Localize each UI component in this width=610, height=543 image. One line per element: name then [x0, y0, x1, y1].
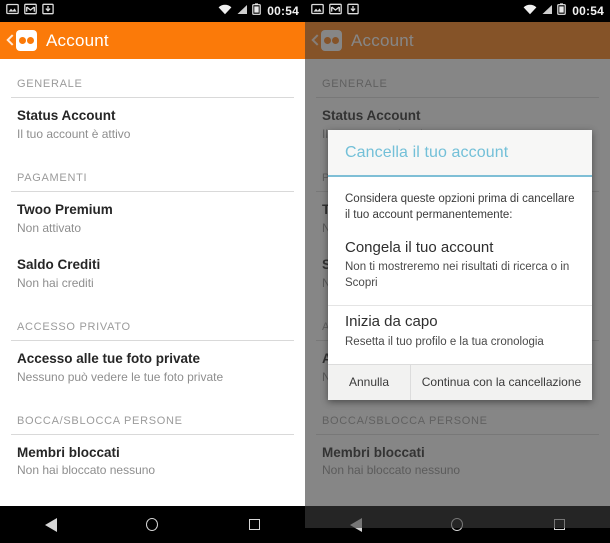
section-label-accesso-privato: ACCESSO PRIVATO	[17, 320, 131, 333]
confirm-delete-button[interactable]: Continua con la cancellazione	[411, 365, 592, 400]
page-title: Account	[46, 30, 109, 50]
dialog-header: Cancella il tuo account	[328, 130, 592, 177]
phone-screen-left: 00:54 Account GENERALE Status Account Il…	[0, 0, 305, 543]
image-icon	[6, 2, 19, 20]
download-icon	[347, 2, 359, 20]
dialog-action-bar: Annulla Continua con la cancellazione	[328, 364, 592, 401]
list-item-accesso-foto-private[interactable]: Accesso alle tue foto private Nessuno pu…	[0, 341, 305, 396]
status-bar-clock: 00:54	[267, 4, 299, 18]
list-item-subtitle: Non hai bloccato nessuno	[17, 463, 156, 478]
list-item-title: Membri bloccati	[17, 444, 120, 460]
recents-square-icon	[248, 519, 260, 530]
dialog-option-title: Congela il tuo account	[345, 238, 494, 256]
list-item-title: Accesso alle tue foto private	[17, 350, 201, 366]
twoo-logo-icon	[16, 30, 37, 51]
nav-home-button[interactable]	[129, 506, 175, 543]
list-item-status-account[interactable]: Status Account Il tuo account è attivo	[0, 98, 305, 153]
phone-screen-right: 00:54 Account GENERALE Status Account Il…	[305, 0, 610, 543]
status-bar-notifications	[6, 2, 54, 20]
nav-back-button[interactable]	[28, 506, 74, 543]
list-item-title: Status Account	[17, 108, 116, 123]
list-item-subtitle: Nessuno può vedere le tue foto private	[17, 369, 224, 384]
back-chevron-icon[interactable]	[5, 31, 15, 51]
settings-list: GENERALE Status Account Il tuo account è…	[0, 59, 305, 506]
list-item-subtitle: Non attivato	[17, 220, 82, 235]
dialog-option-title: Inizia da capo	[345, 313, 438, 331]
battery-icon	[557, 2, 567, 20]
app-bar: Account	[0, 22, 305, 59]
list-item-saldo-crediti[interactable]: Saldo Crediti Non hai crediti	[0, 247, 305, 302]
section-label-blocca-sblocca: BOCCA/SBLOCCA PERSONE	[17, 414, 183, 427]
download-icon	[42, 2, 54, 20]
list-item-subtitle: Non hai crediti	[17, 275, 94, 290]
dialog-option-congela[interactable]: Congela il tuo account Non ti mostreremo…	[328, 238, 592, 306]
section-label-pagamenti: PAGAMENTI	[17, 171, 88, 184]
dialog-option-subtitle: Non ti mostreremo nei risultati di ricer…	[345, 261, 570, 289]
list-item-title: Twoo Premium	[17, 201, 113, 217]
gmail-icon	[24, 2, 37, 20]
wifi-icon	[218, 2, 232, 20]
nav-recents-button[interactable]	[231, 506, 277, 543]
back-triangle-icon	[44, 517, 57, 532]
status-bar: 00:54	[305, 0, 610, 22]
cancel-button[interactable]: Annulla	[328, 365, 411, 401]
logo-eye-right	[27, 37, 35, 44]
status-bar-clock: 00:54	[572, 4, 604, 18]
logo-eye-left	[18, 37, 26, 44]
section-label-generale: GENERALE	[17, 78, 83, 90]
image-icon	[311, 2, 324, 20]
status-bar-system-icons: 00:54	[218, 2, 299, 20]
delete-account-dialog: Cancella il tuo account Considera queste…	[328, 130, 592, 401]
status-bar-notifications	[311, 2, 359, 20]
home-circle-icon	[146, 518, 159, 531]
gmail-icon	[329, 2, 342, 20]
dialog-option-inizia-da-capo[interactable]: Inizia da capo Resetta il tuo profilo e …	[328, 305, 592, 364]
navigation-bar	[0, 506, 305, 543]
status-bar: 00:54	[0, 0, 305, 22]
signal-icon	[236, 2, 248, 20]
dialog-title: Cancella il tuo account	[345, 144, 509, 161]
wifi-icon	[523, 2, 537, 20]
dialog-option-subtitle: Resetta il tuo profilo e la tua cronolog…	[345, 335, 544, 348]
list-item-twoo-premium[interactable]: Twoo Premium Non attivato	[0, 192, 305, 247]
signal-icon	[541, 2, 553, 20]
status-bar-system-icons: 00:54	[523, 2, 604, 20]
battery-icon	[252, 2, 262, 20]
list-item-subtitle: Il tuo account è attivo	[17, 126, 131, 141]
list-item-membri-bloccati[interactable]: Membri bloccati Non hai bloccato nessuno	[0, 435, 305, 490]
dual-screenshot-comparison: 00:54 Account GENERALE Status Account Il…	[0, 0, 610, 543]
dialog-intro-text: Considera queste opzioni prima di cancel…	[345, 193, 575, 221]
list-item-title: Saldo Crediti	[17, 256, 101, 272]
